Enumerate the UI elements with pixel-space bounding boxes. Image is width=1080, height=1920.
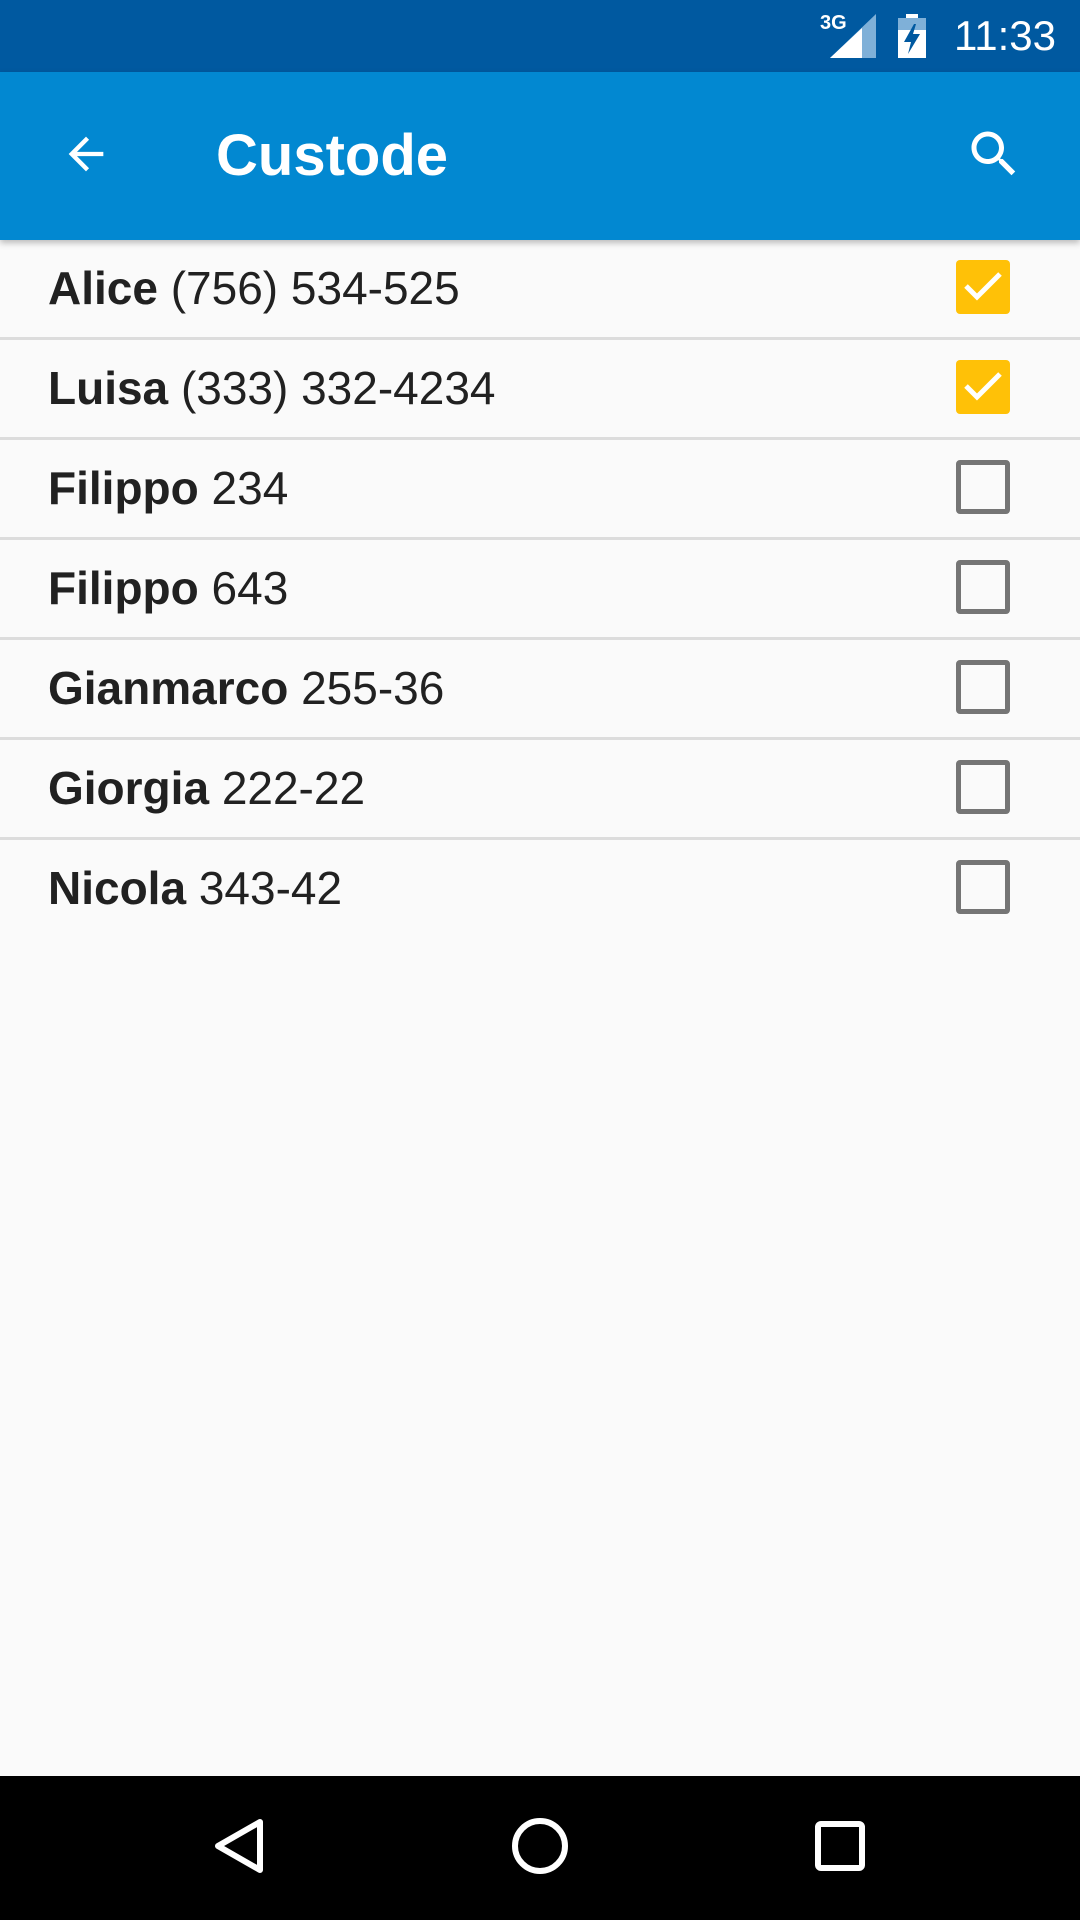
contact-checkbox-filippo-2[interactable] [956, 560, 1010, 614]
contact-name: Giorgia [48, 762, 210, 814]
contact-row-filippo-1[interactable]: Filippo 234 [0, 440, 1080, 540]
contact-checkbox-alice[interactable] [956, 260, 1010, 314]
nav-recents-button[interactable] [790, 1798, 890, 1898]
contact-checkbox-nicola[interactable] [956, 860, 1010, 914]
contact-name: Filippo [48, 562, 199, 614]
nav-home-icon [510, 1816, 570, 1881]
contact-text: Alice (756) 534-525 [48, 240, 460, 337]
nav-back-icon [210, 1816, 270, 1881]
cell-signal-icon [830, 14, 876, 63]
contact-checkbox-giorgia[interactable] [956, 760, 1010, 814]
contact-list: Alice (756) 534-525 Luisa (333) 332-4234… [0, 240, 1080, 937]
contact-checkbox-luisa[interactable] [956, 360, 1010, 414]
contact-row-luisa[interactable]: Luisa (333) 332-4234 [0, 340, 1080, 440]
contact-text: Gianmarco 255-36 [48, 640, 444, 737]
nav-back-button[interactable] [190, 1798, 290, 1898]
contact-row-gianmarco[interactable]: Gianmarco 255-36 [0, 640, 1080, 740]
nav-home-button[interactable] [490, 1798, 590, 1898]
contact-number: (333) 332-4234 [180, 362, 496, 414]
contact-name: Luisa [48, 362, 169, 414]
nav-recents-icon [810, 1816, 870, 1881]
arrow-back-icon [60, 128, 112, 185]
contact-number: 643 [211, 562, 289, 614]
battery-charging-icon [898, 14, 926, 63]
contact-number: 222-22 [221, 762, 366, 814]
page-title: Custode [216, 123, 448, 188]
contact-text: Nicola 343-42 [48, 840, 342, 937]
contact-text: Filippo 643 [48, 540, 288, 637]
contact-name: Alice [48, 262, 158, 314]
contact-number: 343-42 [198, 862, 343, 914]
contact-text: Giorgia 222-22 [48, 740, 365, 837]
contact-text: Luisa (333) 332-4234 [48, 340, 496, 437]
back-button[interactable] [40, 110, 132, 202]
search-icon [964, 124, 1024, 189]
search-button[interactable] [948, 110, 1040, 202]
contact-number: 255-36 [301, 662, 445, 714]
status-bar: 3G 11:33 [0, 0, 1080, 72]
contact-checkbox-gianmarco[interactable] [956, 660, 1010, 714]
contact-name: Gianmarco [48, 662, 289, 714]
contact-row-filippo-2[interactable]: Filippo 643 [0, 540, 1080, 640]
contact-name: Filippo [48, 462, 199, 514]
contact-name: Nicola [48, 862, 187, 914]
app-bar: Custode [0, 72, 1080, 240]
contact-row-nicola[interactable]: Nicola 343-42 [0, 840, 1080, 937]
navigation-bar [0, 1776, 1080, 1920]
contact-checkbox-filippo-1[interactable] [956, 460, 1010, 514]
contact-text: Filippo 234 [48, 440, 288, 537]
contact-row-giorgia[interactable]: Giorgia 222-22 [0, 740, 1080, 840]
status-time: 11:33 [954, 12, 1056, 59]
contact-row-alice[interactable]: Alice (756) 534-525 [0, 240, 1080, 340]
contact-number: 234 [211, 462, 289, 514]
contact-number: (756) 534-525 [170, 262, 460, 314]
